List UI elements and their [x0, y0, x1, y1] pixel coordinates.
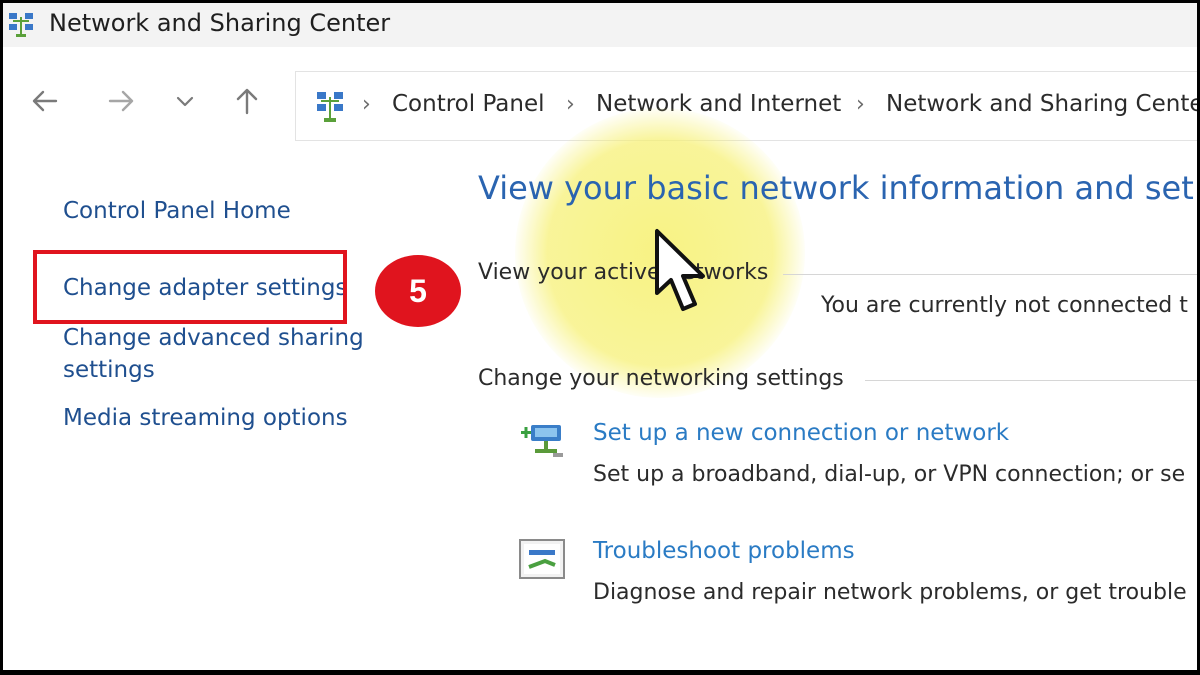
back-button[interactable] — [25, 81, 65, 121]
chevron-right-icon: › — [566, 92, 575, 117]
sidebar-link-control-panel-home[interactable]: Control Panel Home — [63, 195, 291, 227]
arrow-right-icon — [108, 90, 134, 112]
network-sharing-center-window: Network and Sharing Center › Control Pan… — [3, 3, 1197, 670]
new-connection-icon — [521, 425, 563, 457]
link-troubleshoot-problems[interactable]: Troubleshoot problems — [593, 538, 855, 564]
task-description: Set up a broadband, dial-up, or VPN conn… — [593, 462, 1186, 487]
sidebar-link-media-streaming-options[interactable]: Media streaming options — [63, 402, 348, 434]
connection-status-text: You are currently not connected t — [821, 293, 1188, 318]
breadcrumb-control-panel[interactable]: Control Panel — [392, 91, 545, 117]
sidebar-link-change-advanced-sharing-settings[interactable]: Change advanced sharing settings — [63, 322, 364, 386]
chevron-right-icon: › — [362, 92, 371, 117]
highlight-box — [33, 250, 347, 324]
sidebar-link-label-line1: Change advanced sharing — [63, 325, 364, 351]
network-icon — [317, 92, 343, 122]
link-set-up-new-connection[interactable]: Set up a new connection or network — [593, 420, 1009, 446]
arrow-up-icon — [236, 88, 258, 115]
section-label-active-networks: View your active networks — [478, 260, 769, 285]
section-label-networking-settings: Change your networking settings — [478, 366, 844, 391]
recent-locations-button[interactable] — [165, 81, 205, 121]
section-divider — [865, 380, 1197, 381]
section-divider — [783, 274, 1197, 275]
page-heading: View your basic network information and … — [478, 169, 1197, 207]
up-button[interactable] — [227, 81, 267, 121]
title-bar: Network and Sharing Center — [3, 3, 1197, 47]
breadcrumb-network-and-sharing-center[interactable]: Network and Sharing Cente — [886, 91, 1197, 117]
troubleshoot-icon — [519, 539, 565, 579]
task-description: Diagnose and repair network problems, or… — [593, 580, 1187, 605]
network-icon — [9, 13, 33, 37]
forward-button[interactable] — [101, 81, 141, 121]
mouse-pointer-icon — [655, 229, 705, 311]
arrow-left-icon — [32, 90, 58, 112]
chevron-down-icon — [176, 96, 194, 107]
step-number-badge: 5 — [375, 255, 461, 327]
address-bar[interactable]: › Control Panel › Network and Internet ›… — [295, 71, 1197, 141]
window-title: Network and Sharing Center — [49, 9, 391, 37]
sidebar-link-label-line2: settings — [63, 357, 155, 383]
chevron-right-icon: › — [856, 92, 865, 117]
